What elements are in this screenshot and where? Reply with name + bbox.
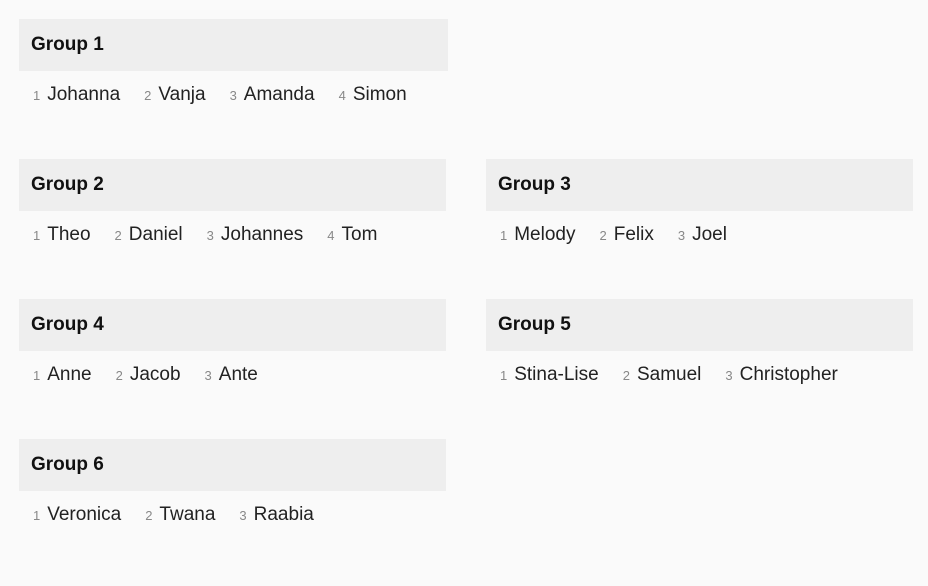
member-number: 1 xyxy=(500,368,508,383)
group-card-6: Group 6 1 Veronica 2 Twana 3 Raabia xyxy=(19,439,446,526)
member-item: 4 Tom xyxy=(327,224,377,246)
member-number: 3 xyxy=(206,228,214,243)
member-number: 3 xyxy=(204,368,212,383)
group-header: Group 6 xyxy=(19,439,446,491)
member-name: Theo xyxy=(47,224,91,245)
group-title: Group 6 xyxy=(31,454,104,475)
member-item: 3 Joel xyxy=(678,224,727,246)
member-number: 1 xyxy=(33,88,41,103)
member-item: 3 Ante xyxy=(205,364,258,386)
member-item: 2 Felix xyxy=(599,224,653,246)
member-number: 4 xyxy=(338,88,346,103)
member-name: Felix xyxy=(613,224,654,245)
group-card-4: Group 4 1 Anne 2 Jacob 3 Ante xyxy=(19,299,446,386)
group-header: Group 1 xyxy=(19,19,448,71)
member-name: Twana xyxy=(159,504,216,525)
member-number: 2 xyxy=(599,228,607,243)
member-list: 1 Melody 2 Felix 3 Joel xyxy=(486,224,913,246)
member-item: 3 Raabia xyxy=(239,504,313,526)
member-name: Simon xyxy=(352,84,407,105)
group-card-5: Group 5 1 Stina-Lise 2 Samuel 3 Christopher xyxy=(486,299,913,386)
group-header: Group 5 xyxy=(486,299,913,351)
group-title: Group 3 xyxy=(498,174,571,195)
group-header: Group 3 xyxy=(486,159,913,211)
member-item: 4 Simon xyxy=(339,84,407,106)
member-name: Jacob xyxy=(129,364,181,385)
member-number: 3 xyxy=(677,228,686,243)
member-item: 3 Johannes xyxy=(207,224,304,246)
group-title: Group 5 xyxy=(498,314,571,335)
group-card-2: Group 2 1 Theo 2 Daniel 3 Johannes 4 Tom xyxy=(19,159,446,246)
member-number: 1 xyxy=(500,228,508,243)
member-number: 2 xyxy=(114,228,122,243)
member-name: Melody xyxy=(514,224,576,245)
groups-page: Group 1 1 Johanna 2 Vanja 3 Amanda 4 Simon G… xyxy=(0,0,928,586)
member-name: Christopher xyxy=(739,364,838,385)
member-name: Daniel xyxy=(128,224,183,245)
member-item: 2 Vanja xyxy=(144,84,205,106)
member-item: 2 Samuel xyxy=(623,364,702,386)
member-item: 1 Melody xyxy=(500,224,575,246)
member-item: 2 Daniel xyxy=(115,224,183,246)
member-list: 1 Theo 2 Daniel 3 Johannes 4 Tom xyxy=(19,224,446,246)
member-item: 1 Johanna xyxy=(33,84,120,106)
member-name: Johanna xyxy=(47,84,121,105)
member-number: 3 xyxy=(239,508,247,523)
group-title: Group 4 xyxy=(31,314,104,335)
member-list: 1 Anne 2 Jacob 3 Ante xyxy=(19,364,446,386)
member-number: 2 xyxy=(144,88,152,103)
member-name: Stina-Lise xyxy=(514,364,599,385)
member-list: 1 Johanna 2 Vanja 3 Amanda 4 Simon xyxy=(19,84,448,106)
group-title: Group 2 xyxy=(31,174,104,195)
member-number: 2 xyxy=(115,368,123,383)
member-name: Anne xyxy=(47,364,92,385)
member-name: Tom xyxy=(341,224,378,245)
group-card-1: Group 1 1 Johanna 2 Vanja 3 Amanda 4 Simon xyxy=(19,19,448,106)
member-name: Raabia xyxy=(253,504,314,525)
member-item: 1 Anne xyxy=(33,364,92,386)
member-name: Ante xyxy=(218,364,258,385)
member-number: 3 xyxy=(229,88,237,103)
member-item: 3 Amanda xyxy=(230,84,315,106)
member-number: 3 xyxy=(725,368,733,383)
member-name: Veronica xyxy=(47,504,122,525)
member-item: 2 Jacob xyxy=(116,364,181,386)
group-header: Group 2 xyxy=(19,159,446,211)
member-number: 1 xyxy=(33,228,41,243)
group-title: Group 1 xyxy=(31,34,104,55)
member-list: 1 Veronica 2 Twana 3 Raabia xyxy=(19,504,446,526)
member-number: 1 xyxy=(33,368,41,383)
member-item: 1 Stina-Lise xyxy=(500,364,599,386)
group-header: Group 4 xyxy=(19,299,446,351)
member-list: 1 Stina-Lise 2 Samuel 3 Christopher xyxy=(486,364,913,386)
member-number: 1 xyxy=(33,508,41,523)
member-number: 2 xyxy=(145,508,153,523)
member-item: 1 Veronica xyxy=(33,504,121,526)
member-name: Johannes xyxy=(220,224,304,245)
member-name: Samuel xyxy=(636,364,702,385)
member-item: 1 Theo xyxy=(33,224,91,246)
member-name: Joel xyxy=(692,224,727,245)
member-number: 4 xyxy=(327,228,335,243)
member-item: 2 Twana xyxy=(145,504,215,526)
member-item: 3 Christopher xyxy=(725,364,837,386)
member-number: 2 xyxy=(622,368,630,383)
member-name: Vanja xyxy=(158,84,206,105)
member-name: Amanda xyxy=(243,84,315,105)
group-card-3: Group 3 1 Melody 2 Felix 3 Joel xyxy=(486,159,913,246)
